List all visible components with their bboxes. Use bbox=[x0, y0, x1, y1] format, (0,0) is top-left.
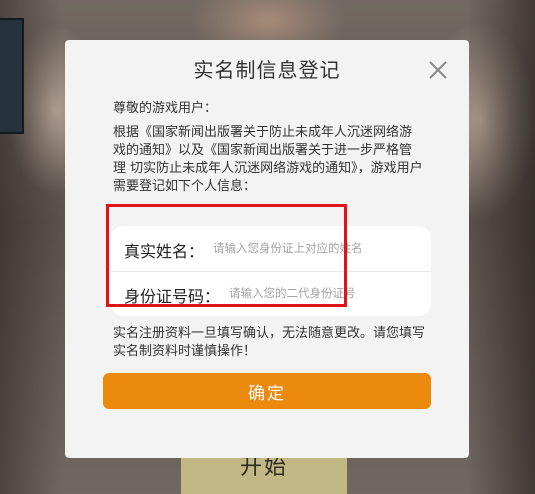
highlight-annotation-box bbox=[106, 204, 347, 307]
real-name-registration-dialog: 实名制信息登记 尊敬的游戏用户： 根据《国家新闻出版署关于防止未成年人沉迷网络游… bbox=[65, 40, 469, 458]
confirm-button[interactable]: 确定 bbox=[103, 373, 431, 409]
close-button[interactable] bbox=[427, 59, 449, 81]
dialog-title: 实名制信息登记 bbox=[193, 58, 341, 82]
greeting-text: 尊敬的游戏用户： bbox=[113, 101, 218, 116]
warning-text: 实名注册资料一旦填写确认，无法随意更改。请您填写实名制资料时谨慎操作！ bbox=[113, 326, 426, 359]
close-icon bbox=[429, 61, 447, 79]
regulation-notice: 根据《国家新闻出版署关于防止未成年人沉迷网络游戏的通知》以及《国家新闻出版署关于… bbox=[113, 125, 423, 194]
